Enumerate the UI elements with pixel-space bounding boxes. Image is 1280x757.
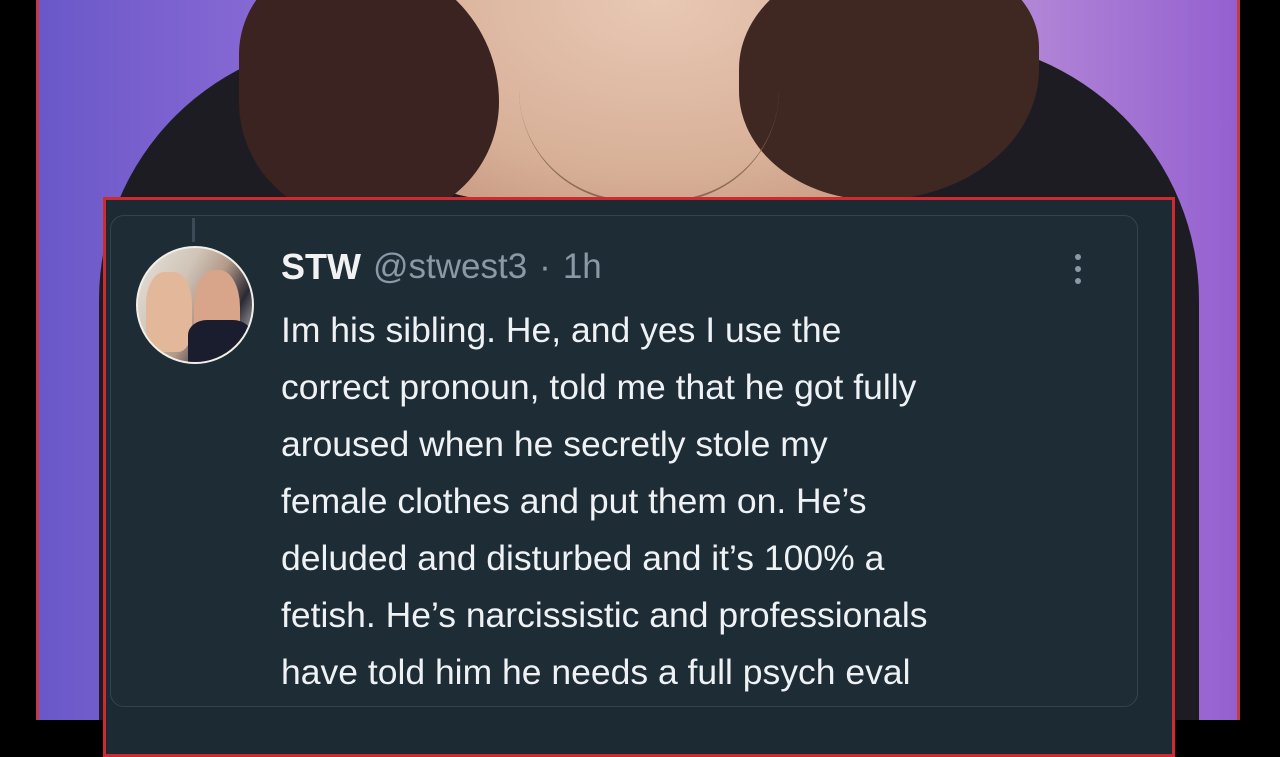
tweet-line: deluded and disturbed and it’s 100% a — [281, 538, 885, 578]
thread-line — [192, 218, 195, 242]
dot-icon — [1075, 266, 1081, 272]
tweet-line: female clothes and put them on. He’s — [281, 481, 867, 521]
tweet-line: Im his sibling. He, and yes I use the — [281, 310, 842, 350]
dot-icon — [1075, 278, 1081, 284]
avatar-suit — [188, 320, 252, 362]
avatar-person-left — [146, 272, 192, 352]
tweet-line: have told him he needs a full psych eval — [281, 652, 911, 692]
dot-icon — [1075, 254, 1081, 260]
tweet-header: STW @stwest3 · 1h — [281, 245, 602, 289]
user-avatar[interactable] — [136, 246, 254, 364]
person-hair-left — [239, 0, 499, 220]
tweet-line: aroused when he secretly stole my — [281, 424, 828, 464]
more-options-icon[interactable] — [1060, 248, 1096, 290]
display-name[interactable]: STW — [281, 246, 361, 288]
meta-separator: · — [539, 247, 551, 286]
tweet-time[interactable]: 1h — [563, 247, 602, 287]
tweet-line: correct pronoun, told me that he got ful… — [281, 367, 917, 407]
tweet-line: fetish. He’s narcissistic and profession… — [281, 595, 928, 635]
user-handle[interactable]: @stwest3 — [373, 247, 527, 287]
tweet-body: Im his sibling. He, and yes I use the co… — [281, 302, 1111, 701]
